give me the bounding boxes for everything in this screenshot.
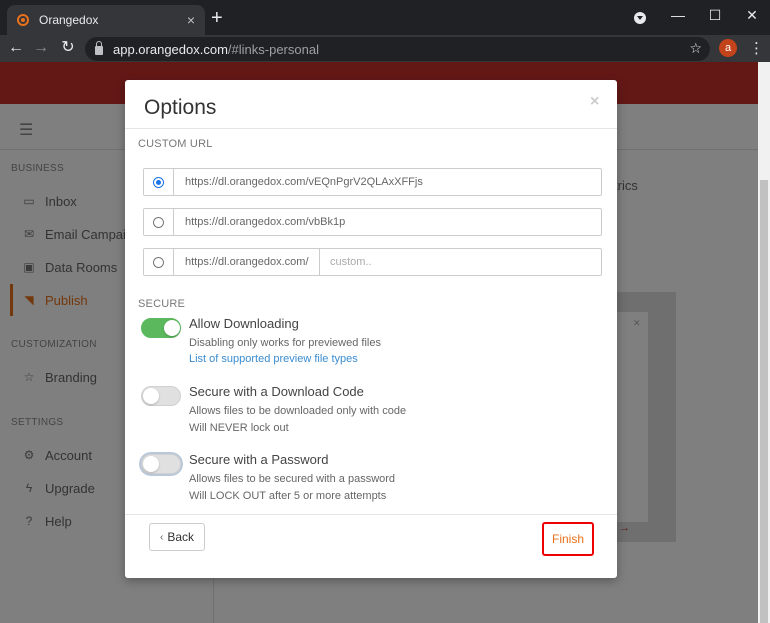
toggle-knob (164, 320, 180, 336)
reload-icon[interactable]: ↻ (58, 38, 78, 58)
scrollbar-thumb[interactable] (760, 180, 768, 623)
modal-close-icon[interactable]: × (590, 93, 599, 111)
url-option-2[interactable]: https://dl.orangedox.com/vbBk1p (143, 208, 602, 236)
tab-search-dropdown-icon[interactable] (634, 12, 646, 24)
new-tab-icon[interactable]: + (211, 8, 223, 28)
custom-url-label: CUSTOM URL (138, 138, 213, 150)
modal-title: Options (144, 96, 217, 119)
url-option-2-radio[interactable] (153, 216, 164, 228)
url-option-1-radio[interactable] (153, 176, 164, 188)
url-option-custom[interactable]: https://dl.orangedox.com/ (143, 248, 602, 276)
radio-cell[interactable] (144, 169, 174, 195)
url-option-1-value: https://dl.orangedox.com/vEQnPgrV2QLAxXF… (185, 176, 423, 188)
browser-tab[interactable]: Orangedox × (7, 5, 205, 35)
download-code-desc: Allows files to be downloaded only with … (189, 405, 407, 417)
browser-tabbar: Orangedox × + — ☐ ✕ (0, 0, 770, 35)
radio-cell[interactable] (144, 209, 174, 235)
tab-close-icon[interactable]: × (187, 12, 195, 28)
lock-icon (95, 41, 103, 55)
allow-downloading-desc: Disabling only works for previewed files (189, 337, 381, 349)
download-code-title: Secure with a Download Code (189, 384, 364, 399)
secure-label: SECURE (138, 298, 186, 310)
download-code-note: Will NEVER lock out (189, 422, 289, 434)
radio-cell[interactable] (144, 249, 174, 275)
bookmark-star-icon[interactable]: ☆ (689, 40, 702, 57)
password-title: Secure with a Password (189, 452, 329, 467)
forward-arrow-icon[interactable]: → (31, 38, 51, 58)
allow-downloading-toggle[interactable] (141, 318, 181, 338)
custom-url-prefix: https://dl.orangedox.com/ (174, 249, 320, 275)
custom-url-input[interactable] (320, 249, 601, 275)
modal-header-divider (125, 128, 617, 129)
url-path: /#links-personal (227, 41, 319, 57)
toggle-knob (143, 456, 159, 472)
url-host: app.orangedox.com (113, 41, 228, 57)
back-button-label: Back (167, 530, 195, 544)
url-option-1[interactable]: https://dl.orangedox.com/vEQnPgrV2QLAxXF… (143, 168, 602, 196)
back-button[interactable]: ‹ Back (149, 523, 205, 551)
password-note: Will LOCK OUT after 5 or more attempts (189, 490, 387, 502)
browser-toolbar: ← → ↻ app.orangedox.com /#links-personal… (0, 35, 770, 62)
window-close-icon[interactable]: ✕ (734, 0, 770, 30)
profile-avatar[interactable]: a (719, 39, 737, 57)
allow-downloading-title: Allow Downloading (189, 316, 299, 331)
password-toggle[interactable] (141, 454, 181, 474)
maximize-icon[interactable]: ☐ (697, 0, 733, 30)
url-option-2-value: https://dl.orangedox.com/vbBk1p (185, 216, 346, 228)
tab-title: Orangedox (39, 13, 99, 27)
back-arrow-icon[interactable]: ← (6, 38, 26, 58)
download-code-toggle[interactable] (141, 386, 181, 406)
finish-button[interactable]: Finish (545, 525, 591, 553)
minimize-icon[interactable]: — (660, 0, 696, 30)
supported-file-types-link[interactable]: List of supported preview file types (189, 353, 358, 365)
toggle-knob (143, 388, 159, 404)
modal-footer-divider (125, 514, 617, 515)
browser-menu-icon[interactable]: ⋮ (749, 39, 764, 57)
options-modal: Options × CUSTOM URL https://dl.orangedo… (125, 80, 617, 578)
url-option-custom-radio[interactable] (153, 256, 164, 268)
address-bar[interactable]: app.orangedox.com /#links-personal ☆ (85, 37, 710, 61)
password-desc: Allows files to be secured with a passwo… (189, 473, 396, 485)
chevron-left-icon: ‹ (159, 531, 164, 543)
orangedox-favicon-icon (17, 14, 29, 26)
